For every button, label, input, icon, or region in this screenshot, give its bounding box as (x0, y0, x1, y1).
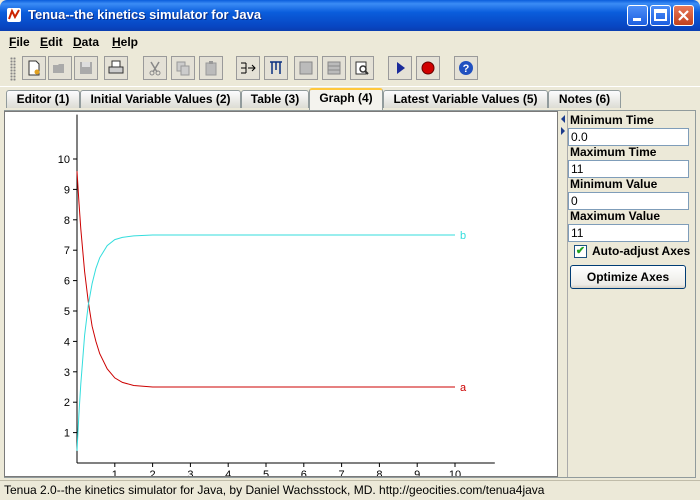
x-tick-label: 1 (112, 469, 118, 476)
series-line-a (76, 171, 455, 388)
y-tick-label: 2 (64, 397, 70, 409)
x-tick-label: 4 (225, 469, 231, 476)
min-time-label: Minimum Time (570, 113, 654, 127)
toolbar-grip[interactable] (10, 57, 16, 81)
cut-icon (149, 61, 161, 76)
app-logo-icon (7, 8, 21, 22)
max-time-label: Maximum Time (570, 145, 657, 159)
inspect-icon (355, 61, 369, 75)
print-icon (108, 60, 124, 74)
tab-notes[interactable]: Notes (6) (548, 90, 621, 108)
minimize-icon (633, 18, 641, 21)
close-button[interactable] (673, 5, 694, 26)
split-divider[interactable] (558, 111, 568, 477)
x-tick-label: 10 (449, 469, 461, 476)
x-tick-label: 5 (263, 469, 269, 476)
app-window: Tenua--the kinetics simulator for Java F… (0, 0, 700, 500)
x-tick-label: 9 (414, 469, 420, 476)
title-bar[interactable]: Tenua--the kinetics simulator for Java (0, 0, 700, 31)
toolbar: ? (0, 52, 700, 87)
y-tick-label: 9 (64, 184, 70, 196)
open-button[interactable] (48, 56, 72, 80)
y-tick-label: 8 (64, 215, 70, 227)
x-tick-label: 8 (376, 469, 382, 476)
print-button[interactable] (104, 56, 128, 80)
copy-button[interactable] (171, 56, 195, 80)
maximize-button[interactable] (650, 5, 671, 26)
grid-button[interactable] (322, 56, 346, 80)
series-label-a: a (460, 382, 467, 394)
y-tick-label: 3 (64, 367, 70, 379)
menu-data[interactable]: Data (73, 35, 99, 49)
run-icon (397, 62, 405, 74)
new-button[interactable] (22, 56, 46, 80)
menu-help[interactable]: Help (112, 35, 138, 49)
grid-icon (327, 61, 341, 75)
y-tick-label: 5 (64, 306, 70, 318)
help-icon: ? (459, 61, 473, 75)
x-tick-label: 2 (150, 469, 156, 476)
cut-button[interactable] (143, 56, 167, 80)
save-button[interactable] (74, 56, 98, 80)
stop-button[interactable] (416, 56, 440, 80)
table-icon (299, 61, 313, 75)
paste-icon (205, 61, 217, 76)
optimize-axes-button[interactable]: Optimize Axes (570, 265, 686, 289)
x-tick-label: 6 (301, 469, 307, 476)
help-button[interactable]: ? (454, 56, 478, 80)
y-tick-label: 6 (64, 276, 70, 288)
series-label-b: b (460, 230, 466, 242)
minimize-button[interactable] (627, 5, 648, 26)
max-time-input[interactable] (568, 160, 689, 178)
open-folder-icon (53, 64, 64, 73)
tab-initial-variable-values[interactable]: Initial Variable Values (2) (80, 90, 241, 108)
y-tick-label: 4 (64, 336, 70, 348)
series-line-b (76, 234, 455, 451)
table-button[interactable] (294, 56, 318, 80)
min-value-input[interactable] (568, 192, 689, 210)
auto-adjust-checkbox[interactable]: ✔ (574, 245, 587, 258)
y-tick-label: 1 (64, 428, 70, 440)
inspect-button[interactable] (350, 56, 374, 80)
copy-icon (176, 61, 190, 76)
x-tick-label: 3 (187, 469, 193, 476)
menu-file[interactable]: File (9, 35, 30, 49)
auto-adjust-label[interactable]: Auto-adjust Axes (592, 244, 690, 258)
window-title: Tenua--the kinetics simulator for Java (28, 7, 262, 22)
fit-icon (241, 62, 256, 74)
tab-table[interactable]: Table (3) (241, 90, 309, 108)
x-tick-label: 7 (339, 469, 345, 476)
tab-graph[interactable]: Graph (4) (309, 88, 383, 110)
svg-text:?: ? (463, 63, 470, 75)
save-disk-icon (80, 62, 92, 74)
maximize-icon (654, 9, 667, 21)
fit-button[interactable] (236, 56, 260, 80)
line-chart: 1 2 3 4 5 6 7 8 9 10 1 2 3 4 5 6 7 8 9 10 a b (58, 114, 495, 481)
new-file-icon (28, 60, 40, 76)
axes-settings-panel: Minimum Time Maximum Time Minimum Value … (568, 111, 693, 477)
tab-editor[interactable]: Editor (1) (6, 90, 80, 108)
menu-bar: File Edit Data Help (0, 31, 700, 52)
tab-latest-variable-values[interactable]: Latest Variable Values (5) (383, 90, 548, 108)
tune-icon (270, 61, 282, 74)
divider-arrows-icon (561, 115, 565, 135)
menu-edit[interactable]: Edit (40, 35, 63, 49)
paste-button[interactable] (199, 56, 223, 80)
y-tick-label: 7 (64, 245, 70, 257)
tune-button[interactable] (264, 56, 288, 80)
status-bar: Tenua 2.0--the kinetics simulator for Ja… (0, 480, 700, 500)
close-icon (678, 10, 689, 21)
max-value-input[interactable] (568, 224, 689, 242)
max-value-label: Maximum Value (570, 209, 661, 223)
min-value-label: Minimum Value (570, 177, 658, 191)
min-time-input[interactable] (568, 128, 689, 146)
y-tick-label: 10 (58, 154, 70, 166)
stop-icon (421, 61, 435, 75)
tab-bar: Editor (1) Initial Variable Values (2) T… (0, 88, 700, 110)
run-button[interactable] (388, 56, 412, 80)
graph-area[interactable]: 1 2 3 4 5 6 7 8 9 10 1 2 3 4 5 6 7 8 9 10 a b (4, 111, 558, 481)
